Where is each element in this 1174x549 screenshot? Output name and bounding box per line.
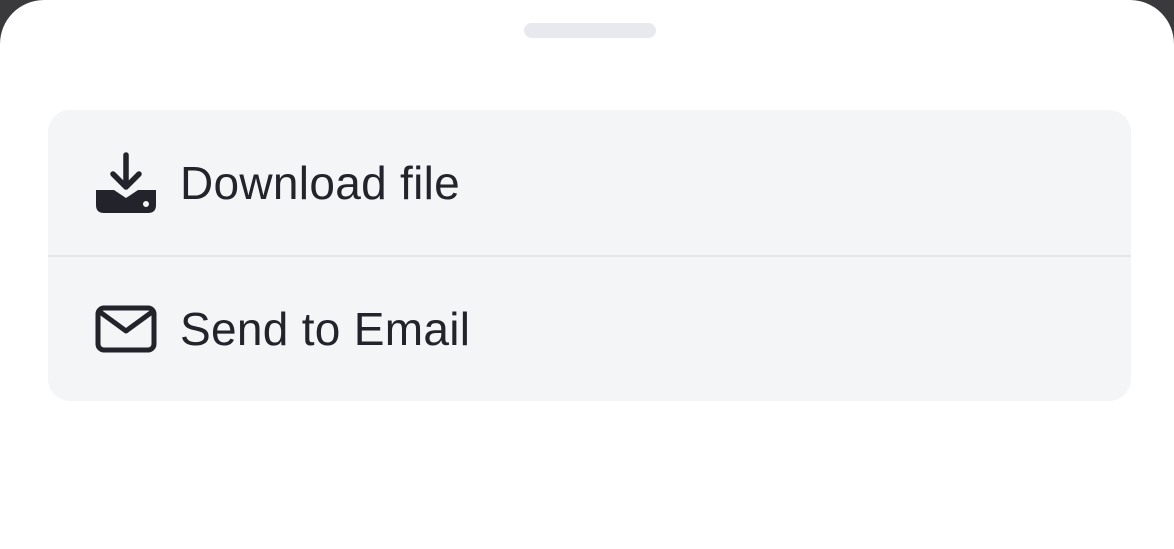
download-file-option[interactable]: Download file [48, 110, 1131, 255]
download-icon [95, 151, 157, 214]
sheet-grab-handle[interactable] [524, 23, 656, 38]
send-to-email-label: Send to Email [180, 303, 471, 355]
download-file-label: Download file [180, 156, 461, 209]
share-bottom-sheet: Download file Send to Email [0, 0, 1174, 549]
mail-icon [95, 298, 157, 360]
options-card: Download file Send to Email [48, 110, 1131, 401]
send-to-email-option[interactable]: Send to Email [48, 255, 1131, 401]
